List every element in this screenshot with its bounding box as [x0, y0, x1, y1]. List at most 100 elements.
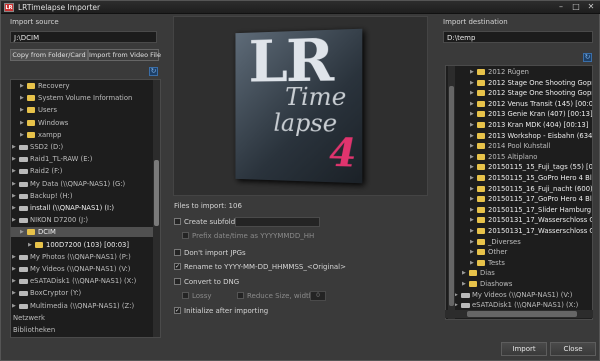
expand-arrow-icon[interactable]: ▶	[470, 237, 474, 247]
source-tree-row[interactable]: ▶ BoxCryptor (Y:)	[11, 288, 153, 298]
destination-tree-row[interactable]: ▶ Tests	[446, 258, 592, 268]
source-tree-row[interactable]: ▶ install (\\QNAP-NAS1) (I:)	[11, 203, 153, 213]
close-window-button[interactable]: ✕	[584, 2, 598, 13]
source-tree[interactable]: ▶ Recovery ▶ System Volume Information ▶ User…	[10, 79, 161, 338]
expand-arrow-icon[interactable]: ▶	[20, 118, 24, 128]
destination-tree-row[interactable]: ▶ 20150131_17_Wasserschloss G	[446, 226, 592, 236]
expand-arrow-icon[interactable]: ▶	[470, 247, 474, 257]
destination-tree-row[interactable]: ▶ 2015 Altiplano	[446, 152, 592, 162]
subfolder-name-field[interactable]	[235, 217, 320, 227]
rename-checkbox[interactable]: ✓	[174, 263, 181, 270]
expand-arrow-icon[interactable]: ▶	[470, 120, 474, 130]
source-tree-row[interactable]: ▶ NIKON D7200 (J:)	[11, 215, 153, 225]
destination-tree-row[interactable]: ▶ Diashows	[446, 279, 592, 289]
init-after-checkbox[interactable]: ✓	[174, 307, 181, 314]
source-tree-row[interactable]: ▶ DCIM	[11, 227, 153, 238]
close-button[interactable]: Close	[550, 342, 596, 356]
expand-arrow-icon[interactable]: ▶	[470, 109, 474, 119]
source-tree-row[interactable]: ▶ Multimedia (\\QNAP-NAS1) (Z:)	[11, 301, 153, 311]
destination-scroll-thumb[interactable]	[449, 86, 454, 306]
expand-arrow-icon[interactable]: ▶	[28, 240, 32, 250]
expand-arrow-icon[interactable]: ▶	[20, 81, 24, 91]
expand-arrow-icon[interactable]: ▶	[470, 99, 474, 109]
expand-arrow-icon[interactable]: ▶	[462, 279, 466, 289]
destination-tree-row[interactable]: ▶ 20150115_15_Fuji_tags (55) [00	[446, 162, 592, 172]
source-tree-row[interactable]: ▶ My Data (\\QNAP-NAS1) (G:)	[11, 179, 153, 189]
destination-tree-row[interactable]: ▶ Dias	[446, 268, 592, 278]
source-tree-row[interactable]: ▶ Backup! (H:)	[11, 191, 153, 201]
source-tree-row[interactable]: ▶ Raid1_TL-RAW (E:)	[11, 154, 153, 164]
expand-arrow-icon[interactable]: ▶	[20, 130, 24, 140]
expand-arrow-icon[interactable]: ▶	[470, 78, 474, 88]
expand-arrow-icon[interactable]: ▶	[12, 288, 16, 298]
expand-arrow-icon[interactable]: ▶	[12, 264, 16, 274]
create-subfolder-checkbox[interactable]	[174, 218, 181, 225]
refresh-source-icon[interactable]: ↻	[149, 67, 158, 76]
destination-tree-row[interactable]: ▶ 2012 Stage One Shooting Gopro	[446, 78, 592, 88]
destination-tree-row[interactable]: ▶ 20150131_17_Wasserschloss G	[446, 215, 592, 225]
source-tree-row[interactable]: ▶ Recovery	[11, 81, 153, 91]
destination-tree-row[interactable]: ▶ 2012 Stage One Shooting Gopro	[446, 88, 592, 98]
lossy-checkbox[interactable]	[182, 292, 189, 299]
minimize-button[interactable]: –	[554, 2, 568, 13]
destination-path-field[interactable]: D:\temp	[443, 31, 593, 43]
expand-arrow-icon[interactable]: ▶	[470, 88, 474, 98]
source-path-field[interactable]: J:\DCIM	[10, 31, 157, 43]
source-tree-row[interactable]: ▶ 100D7200 (103) [00:03]	[11, 240, 153, 250]
dont-import-jpgs-checkbox[interactable]	[174, 249, 181, 256]
tab-copy-from-folder[interactable]: Copy from Folder/Card	[10, 49, 88, 61]
expand-arrow-icon[interactable]: ▶	[20, 105, 24, 115]
destination-tree-row[interactable]: ▶ 2012 Rügen	[446, 67, 592, 77]
destination-tree-row[interactable]: ▶ eSATADisk1 (\\QNAP-NAS1) (X:)	[446, 300, 592, 310]
expand-arrow-icon[interactable]: ▶	[12, 154, 16, 164]
expand-arrow-icon[interactable]: ▶	[470, 162, 474, 172]
destination-tree-row[interactable]: ▶ My Videos (\\QNAP-NAS1) (V:)	[446, 290, 592, 300]
source-tree-row[interactable]: ▶ xampp	[11, 130, 153, 140]
destination-tree-row[interactable]: ▶ 20150115_15_GoPro Hero 4 Bl	[446, 173, 592, 183]
expand-arrow-icon[interactable]: ▶	[470, 215, 474, 225]
destination-tree-row[interactable]: ▶ 2013 Kran MDK (404) [00:13]	[446, 120, 592, 130]
refresh-destination-icon[interactable]: ↻	[583, 53, 592, 62]
expand-arrow-icon[interactable]: ▶	[12, 252, 16, 262]
source-tree-row[interactable]: ▶ SSD2 (D:)	[11, 142, 153, 152]
source-tree-row[interactable]: ▶ My Videos (\\QNAP-NAS1) (V:)	[11, 264, 153, 274]
source-tree-row[interactable]: ▶ Windows	[11, 118, 153, 128]
source-tree-row[interactable]: ▶ System Volume Information	[11, 93, 153, 103]
expand-arrow-icon[interactable]: ▶	[470, 152, 474, 162]
expand-arrow-icon[interactable]: ▶	[12, 191, 16, 201]
destination-tree-row[interactable]: ▶ 20150115_16_Fuji_nacht (600)	[446, 184, 592, 194]
destination-tree[interactable]: ▶ 2012 Rügen ▶ 2012 Stage One Shooting Gopr…	[445, 65, 593, 320]
source-scrollbar[interactable]	[153, 80, 160, 337]
destination-h-scroll-thumb[interactable]	[467, 311, 577, 317]
expand-arrow-icon[interactable]: ▶	[12, 276, 16, 286]
prefix-date-checkbox[interactable]	[182, 232, 189, 239]
source-scroll-thumb[interactable]	[154, 160, 159, 226]
destination-scrollbar[interactable]	[448, 66, 455, 319]
destination-tree-row[interactable]: ▶ _Diverses	[446, 237, 592, 247]
source-tree-row[interactable]: ▶ Raid2 (F:)	[11, 166, 153, 176]
reduce-size-checkbox[interactable]	[237, 292, 244, 299]
source-tree-row[interactable]: ▶ Users	[11, 105, 153, 115]
reduce-width-field[interactable]: 0	[310, 291, 326, 301]
tab-import-from-video[interactable]: Import from Video File	[88, 49, 161, 61]
expand-arrow-icon[interactable]: ▶	[12, 301, 16, 311]
expand-arrow-icon[interactable]: ▶	[20, 227, 24, 237]
destination-tree-row[interactable]: ▶ 2013 Genie Kran (407) [00:13]	[446, 109, 592, 119]
expand-arrow-icon[interactable]: ▶	[12, 203, 16, 213]
expand-arrow-icon[interactable]: ▶	[470, 194, 474, 204]
expand-arrow-icon[interactable]: ▶	[12, 142, 16, 152]
convert-dng-checkbox[interactable]	[174, 278, 181, 285]
destination-tree-row[interactable]: ▶ 20150115_17_Slider Hamburg E	[446, 205, 592, 215]
maximize-button[interactable]: □	[569, 2, 583, 13]
destination-h-scrollbar[interactable]	[445, 310, 593, 318]
expand-arrow-icon[interactable]: ▶	[12, 215, 16, 225]
expand-arrow-icon[interactable]: ▶	[470, 184, 474, 194]
source-tree-row[interactable]: ▶ My Photos (\\QNAP-NAS1) (P:)	[11, 252, 153, 262]
source-tree-row[interactable]: Netzwerk	[11, 313, 153, 323]
destination-tree-row[interactable]: ▶ Other	[446, 247, 592, 257]
expand-arrow-icon[interactable]: ▶	[470, 226, 474, 236]
expand-arrow-icon[interactable]: ▶	[20, 93, 24, 103]
import-button[interactable]: Import	[501, 342, 547, 356]
source-tree-row[interactable]: Bibliotheken	[11, 325, 153, 335]
expand-arrow-icon[interactable]: ▶	[470, 173, 474, 183]
